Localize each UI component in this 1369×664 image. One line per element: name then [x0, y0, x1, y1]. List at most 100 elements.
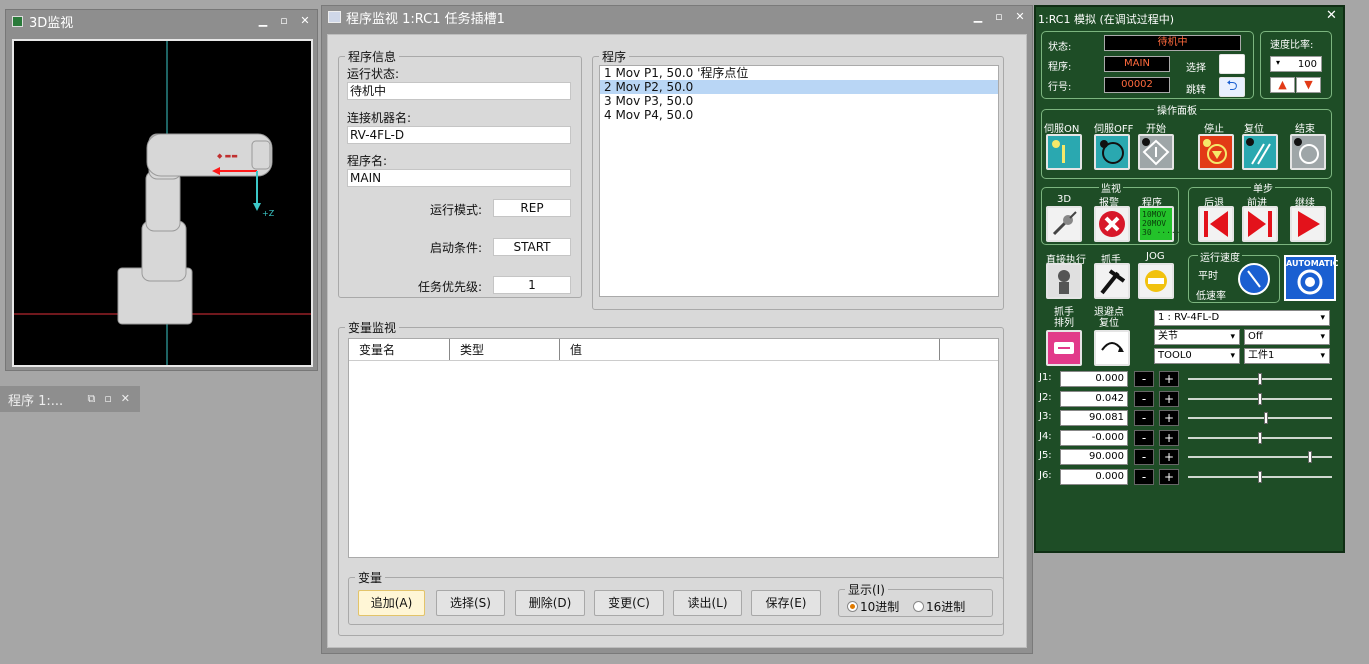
program-line-selected[interactable]: 2 Mov P2, 50.0 [600, 80, 998, 94]
off-mode-dropdown[interactable]: Off [1244, 329, 1330, 345]
program-line[interactable]: 3 Mov P3, 50.0 [600, 94, 998, 108]
delete-button[interactable]: 删除(D) [515, 590, 585, 616]
save-button[interactable]: 保存(E) [751, 590, 821, 616]
variable-monitor-legend: 变量监视 [348, 321, 397, 335]
minimize-icon[interactable]: ▁ [972, 10, 984, 23]
joint-slider[interactable] [1188, 373, 1332, 385]
program-monitor-titlebar[interactable]: 程序监视 1:RC1 任务插槽1 [322, 6, 1032, 28]
close-icon[interactable]: ✕ [1326, 8, 1337, 23]
joint-slider[interactable] [1188, 431, 1332, 444]
joint-value[interactable]: 90.000 [1060, 449, 1128, 465]
stop-button[interactable] [1198, 134, 1234, 170]
program-tab-title: 程序 1:... [8, 393, 64, 409]
task-priority-field: 1 [493, 276, 571, 294]
joint-plus-button[interactable]: + [1159, 390, 1179, 407]
joint-slider-knob[interactable] [1308, 451, 1312, 463]
hand-arrange-label: 抓手 排列 [1054, 307, 1074, 329]
col-value[interactable]: 值 [560, 339, 940, 360]
joint-value[interactable]: -0.000 [1060, 429, 1128, 446]
radio-hex-dot [913, 601, 924, 612]
variable-table[interactable]: 变量名 类型 值 [348, 338, 999, 558]
joint-plus-button[interactable]: + [1159, 429, 1179, 446]
speed-dropdown-icon[interactable]: ▾ [1276, 58, 1280, 67]
jump-icon[interactable]: ⮌ [1219, 77, 1245, 97]
robot-select-dropdown[interactable]: 1 : RV-4FL-D [1154, 310, 1330, 326]
program-line[interactable]: 1 Mov P1, 50.0 '程序点位 [600, 66, 998, 80]
joint-minus-button[interactable]: - [1134, 468, 1154, 485]
servo-off-button[interactable] [1094, 134, 1130, 170]
joint-minus-button[interactable]: - [1134, 410, 1154, 426]
select-button[interactable]: 选择(S) [436, 590, 505, 616]
col-var-name[interactable]: 变量名 [349, 339, 450, 360]
step-title: 单步 [1251, 180, 1275, 195]
joint-slider[interactable] [1188, 470, 1332, 483]
joint-slider[interactable] [1188, 451, 1332, 463]
read-button[interactable]: 读出(L) [673, 590, 742, 616]
robot-name-label: 连接机器名: [347, 111, 412, 125]
start-button[interactable] [1138, 134, 1174, 170]
maximize-icon[interactable]: ▫ [993, 10, 1005, 23]
3d-monitor-button[interactable] [1046, 206, 1082, 242]
joint-minus-button[interactable]: - [1134, 449, 1154, 465]
joint-slider-knob[interactable] [1258, 373, 1262, 385]
speed-down-button[interactable]: ▼ [1296, 77, 1321, 93]
joint-plus-button[interactable]: + [1159, 410, 1179, 426]
maximize-icon[interactable]: ▫ [278, 14, 290, 27]
select-program-icon[interactable] [1219, 54, 1245, 74]
col-type[interactable]: 类型 [450, 339, 560, 360]
servo-off-label: 伺服OFF [1094, 124, 1134, 135]
program-line[interactable]: 4 Mov P4, 50.0 [600, 108, 998, 122]
program-display: MAIN [1104, 56, 1170, 72]
continue-button[interactable] [1290, 206, 1326, 242]
3d-window-title: 3D监视 [29, 15, 74, 31]
joint-value[interactable]: 0.000 [1060, 468, 1128, 485]
joint-slider-knob[interactable] [1258, 431, 1262, 444]
change-button[interactable]: 变更(C) [594, 590, 664, 616]
joint-minus-button[interactable]: - [1134, 429, 1154, 446]
joint-slider-knob[interactable] [1264, 412, 1268, 424]
work-dropdown[interactable]: 工件1 [1244, 348, 1330, 364]
hand-arrange-button[interactable] [1046, 330, 1082, 366]
3d-viewport[interactable]: ◆ ▬▬ +Z [12, 39, 313, 367]
minimize-icon[interactable]: ▁ [257, 14, 269, 27]
end-button[interactable] [1290, 134, 1326, 170]
close-icon[interactable]: ✕ [299, 14, 311, 27]
jog-button[interactable] [1138, 263, 1174, 299]
direct-exec-button[interactable] [1046, 263, 1082, 299]
radio-decimal[interactable]: 10进制 [847, 598, 899, 615]
tool-dropdown[interactable]: TOOL0 [1154, 348, 1240, 364]
speed-knob-icon[interactable] [1238, 263, 1270, 295]
step-back-button[interactable] [1198, 206, 1234, 242]
joint-minus-button[interactable]: - [1134, 371, 1154, 387]
joint-plus-button[interactable]: + [1159, 468, 1179, 485]
add-button[interactable]: 追加(A) [358, 590, 425, 616]
restore-icon[interactable]: ⧉ [87, 392, 95, 406]
joint-plus-button[interactable]: + [1159, 449, 1179, 465]
joint-slider[interactable] [1188, 412, 1332, 424]
joint-minus-button[interactable]: - [1134, 390, 1154, 407]
joint-slider-knob[interactable] [1258, 470, 1262, 483]
joint-value[interactable]: 90.081 [1060, 410, 1128, 426]
joint-mode-dropdown[interactable]: 关节 [1154, 329, 1240, 345]
reset-button[interactable] [1242, 134, 1278, 170]
program-window-tab[interactable]: 程序 1:... ⧉ ▫ ✕ [0, 386, 140, 412]
program-listbox[interactable]: 1 Mov P1, 50.0 '程序点位 2 Mov P2, 50.0 3 Mo… [599, 65, 999, 297]
joint-slider-knob[interactable] [1258, 392, 1262, 405]
radio-hex[interactable]: 16进制 [913, 598, 965, 615]
joint-plus-button[interactable]: + [1159, 371, 1179, 387]
close-icon[interactable]: ✕ [121, 392, 130, 406]
alarm-button[interactable] [1094, 206, 1130, 242]
joint-slider[interactable] [1188, 392, 1332, 405]
step-forward-button[interactable] [1242, 206, 1278, 242]
servo-on-button[interactable] [1046, 134, 1082, 170]
speed-up-button[interactable]: ▲ [1270, 77, 1295, 93]
joint-value[interactable]: 0.042 [1060, 390, 1128, 407]
hand-button[interactable] [1094, 263, 1130, 299]
automatic-mode-button[interactable]: AUTOMATIC [1284, 255, 1339, 301]
joint-value[interactable]: 0.000 [1060, 371, 1128, 387]
maximize-icon[interactable]: ▫ [104, 392, 111, 406]
monitor-title: 监视 [1099, 180, 1123, 195]
program-monitor-button[interactable]: 10MOV 20MOV 30 ····· [1138, 206, 1181, 242]
retreat-reset-button[interactable] [1094, 330, 1130, 366]
close-icon[interactable]: ✕ [1014, 10, 1026, 23]
